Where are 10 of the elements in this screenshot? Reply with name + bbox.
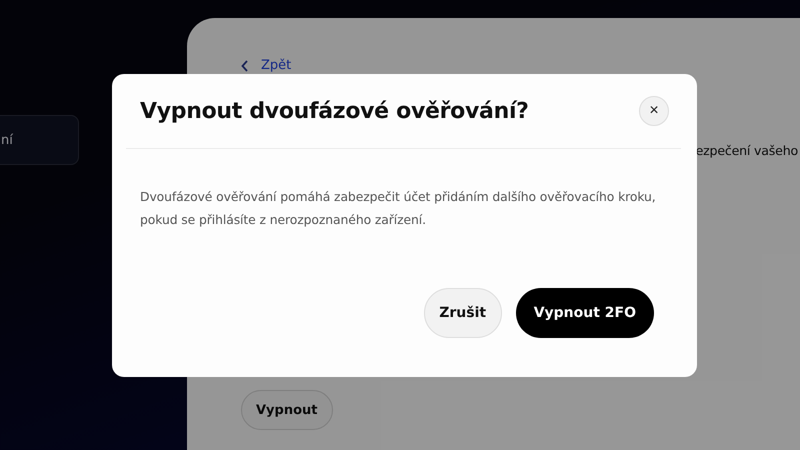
description-text: ezpečení vašeho [696,143,798,158]
dialog-message: Dvoufázové ověřování pomáhá zabezpečit účet přidáním dalšího ověřovacího kroku, pokud se přihlásíte z nerozpoznaného zařízení. [140,188,657,229]
chevron-left-icon [241,60,249,72]
dialog-title: Vypnout dvoufázové ověřování? [140,98,529,124]
close-button[interactable]: × [639,96,669,126]
confirm-button[interactable]: Vypnout 2FO [516,288,654,338]
sidebar-item[interactable]: ní [0,115,79,165]
back-link[interactable]: Zpět [241,58,292,73]
cancel-button[interactable]: Zrušit [424,288,502,338]
disable-button[interactable]: Vypnout [241,390,332,430]
